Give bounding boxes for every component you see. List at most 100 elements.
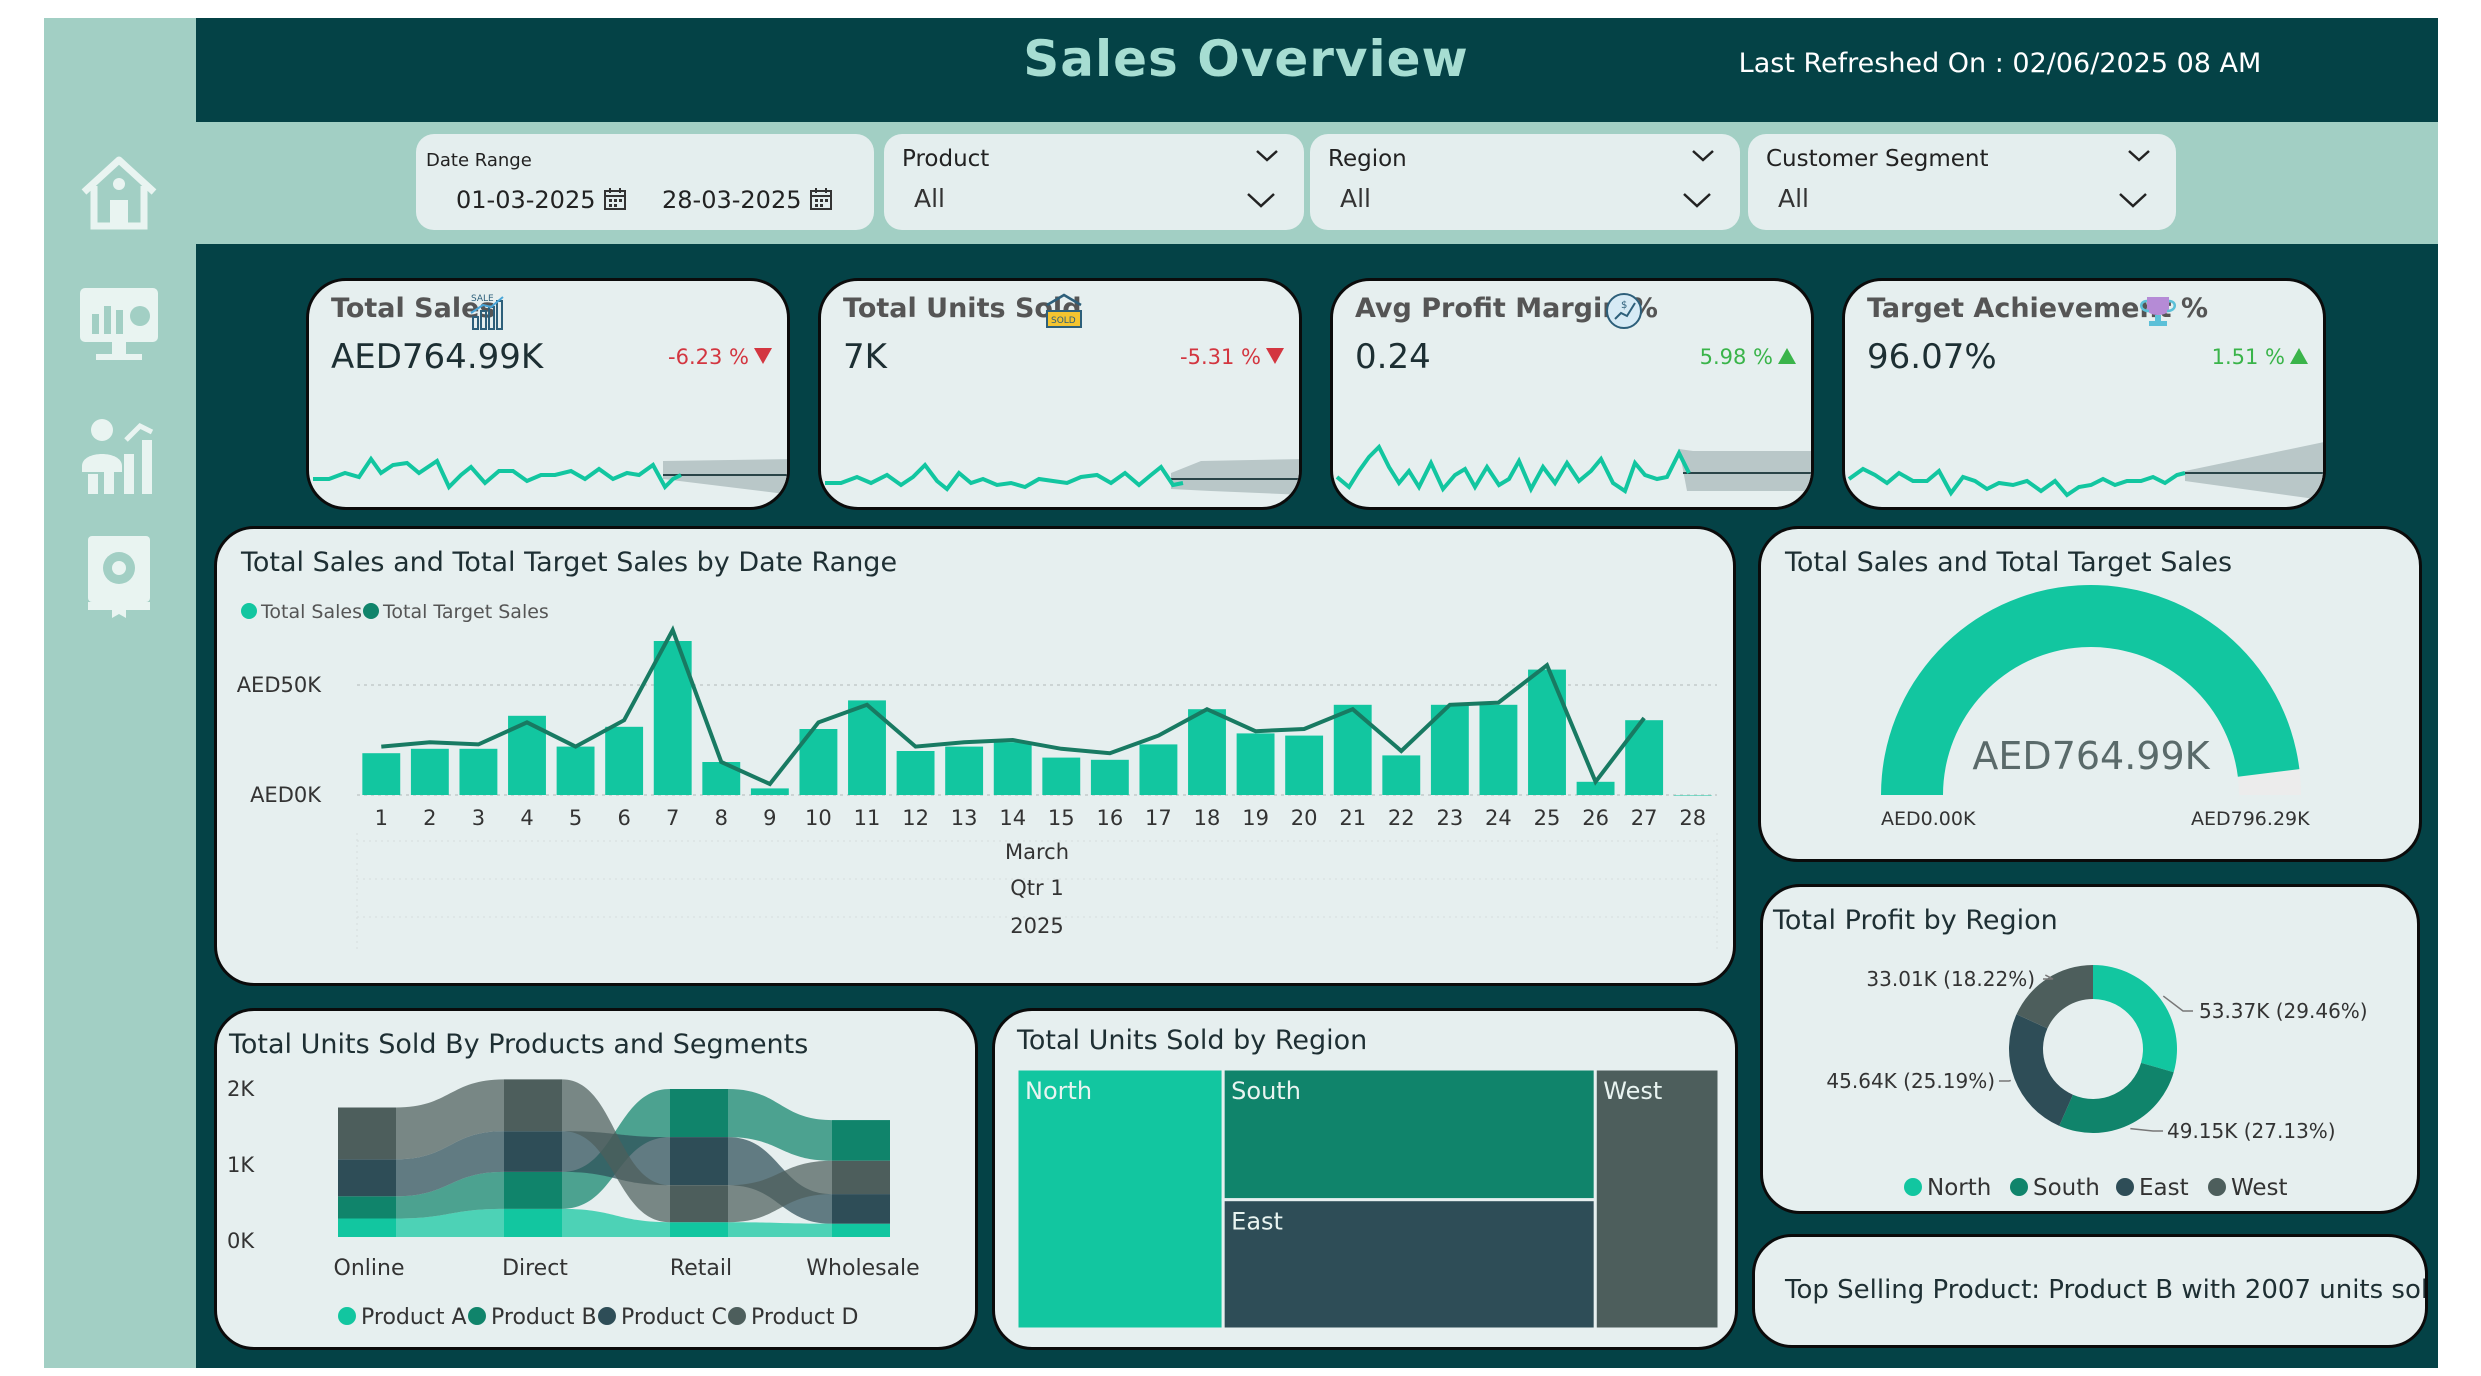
y-tick-label: 2K [227, 1077, 255, 1101]
data-label: 53.37K (29.46%) [2199, 999, 2368, 1023]
ribbon-segment[interactable] [504, 1131, 562, 1172]
sales-by-date-chart[interactable]: Total Sales Total Target Sales AED50K AED0… [217, 529, 1736, 986]
x-axis-level-label: 2025 [1010, 914, 1063, 938]
svg-text:SOLD: SOLD [1051, 316, 1076, 326]
units-ribbon-chart[interactable]: 2K 1K 0K Online Direct Retail Wholesale Product… [217, 1011, 978, 1350]
ribbon-segment[interactable] [670, 1222, 728, 1237]
start-date-input[interactable]: 01-03-2025 [456, 186, 595, 214]
product-label: Product [902, 146, 990, 172]
last-refreshed-text: Last Refreshed On : 02/06/2025 08 AM [1738, 48, 2262, 79]
ribbon-segment[interactable] [670, 1185, 728, 1223]
top-product-card: Top Selling Product: Product B with 2007… [1752, 1234, 2428, 1348]
calendar-icon[interactable] [604, 188, 626, 210]
home-icon[interactable] [74, 148, 164, 238]
ribbon-segment[interactable] [338, 1196, 396, 1219]
x-tick-label: Retail [670, 1256, 732, 1281]
sales-by-date-card[interactable]: Total Sales and Total Target Sales by Da… [214, 526, 1736, 986]
dashboard-icon[interactable] [74, 280, 164, 370]
units-treemap-chart[interactable]: North South East West [995, 1011, 1738, 1350]
ribbon-segment[interactable] [338, 1159, 396, 1197]
sales-bar[interactable] [993, 742, 1032, 795]
donut-slice[interactable] [2093, 965, 2177, 1073]
sales-bar[interactable] [605, 726, 644, 795]
sales-bar[interactable] [1042, 757, 1081, 795]
chevron-down-icon[interactable] [1680, 186, 1714, 212]
date-range-slicer[interactable]: Date Range 01-03-2025 28-03-2025 [416, 134, 874, 230]
ribbon-segment[interactable] [832, 1194, 890, 1224]
sales-bar[interactable] [362, 753, 401, 795]
ribbon-segment[interactable] [832, 1120, 890, 1161]
sales-bar[interactable] [1236, 733, 1275, 795]
ribbon-segment[interactable] [504, 1079, 562, 1132]
sales-bar[interactable] [1382, 755, 1421, 795]
region-value[interactable]: All [1340, 184, 1371, 213]
date-range-label: Date Range [426, 150, 532, 171]
treemap-label: North [1025, 1077, 1092, 1105]
chevron-down-icon[interactable] [1254, 144, 1280, 166]
sales-bar[interactable] [556, 746, 595, 795]
sales-bar[interactable] [1090, 759, 1129, 795]
kpi-card-avg-profit-margin[interactable]: Avg Profit Margin % $ 0.24 5.98 % [1330, 278, 1814, 510]
kpi-card-total-sales[interactable]: Total Sales SALE AED764.99K -6.23 % [306, 278, 790, 510]
leader-line [2162, 995, 2193, 1012]
donut-slice[interactable] [2059, 1062, 2174, 1133]
x-tick-label: 11 [854, 806, 881, 830]
sales-vs-target-card[interactable]: Total Sales and Total Target Sales AED76… [1758, 526, 2422, 862]
units-by-region-card[interactable]: Total Units Sold by Region North South Eas… [992, 1008, 1738, 1350]
data-label: 45.64K (25.19%) [1826, 1069, 1995, 1093]
ribbon-segment[interactable] [670, 1137, 728, 1186]
calendar-icon[interactable] [810, 188, 832, 210]
chevron-down-icon[interactable] [1244, 186, 1278, 212]
sales-bar[interactable] [1673, 795, 1712, 796]
treemap-tile[interactable] [1015, 1067, 1225, 1331]
customer-segment-value[interactable]: All [1778, 184, 1809, 213]
ribbon-segment[interactable] [832, 1223, 890, 1237]
gauge-min-label: AED0.00K [1881, 808, 1976, 830]
sales-bar[interactable] [750, 788, 789, 795]
customer-segment-slicer[interactable]: Customer Segment All [1748, 134, 2176, 230]
sales-bar[interactable] [459, 748, 498, 795]
units-by-products-segments-card[interactable]: Total Units Sold By Products and Segment… [214, 1008, 978, 1350]
sales-bar[interactable] [1188, 709, 1226, 795]
customer-segment-label: Customer Segment [1766, 146, 1989, 172]
kpi-card-target-achievement[interactable]: Target Achievement % 96.07% 1.51 % [1842, 278, 2326, 510]
sales-bar[interactable] [1285, 735, 1324, 795]
chevron-down-icon[interactable] [2116, 186, 2150, 212]
leader-line [2130, 1127, 2163, 1132]
y-tick-label: 0K [227, 1229, 255, 1253]
legend-label: Product B [491, 1305, 597, 1330]
product-slicer[interactable]: Product All [884, 134, 1304, 230]
sales-bar[interactable] [410, 748, 449, 795]
ribbon-segment[interactable] [832, 1160, 890, 1195]
product-value[interactable]: All [914, 184, 945, 213]
x-tick-label: 23 [1436, 806, 1463, 830]
x-tick-label: 28 [1679, 806, 1706, 830]
treemap-tile[interactable] [1593, 1067, 1721, 1331]
region-slicer[interactable]: Region All [1310, 134, 1740, 230]
chevron-down-icon[interactable] [1690, 144, 1716, 166]
ribbon-segment[interactable] [504, 1171, 562, 1209]
ribbon-segment[interactable] [338, 1218, 396, 1238]
sales-bar[interactable] [1139, 744, 1178, 795]
profit-donut-chart[interactable]: 53.37K (29.46%) 49.15K (27.13%) 45.64K (25… [1763, 887, 2420, 1214]
sales-bar[interactable] [1479, 704, 1518, 795]
chevron-down-icon[interactable] [2126, 144, 2152, 166]
sales-gauge-chart[interactable]: AED764.99K AED0.00K AED796.29K [1761, 529, 2422, 862]
profit-by-region-card[interactable]: Total Profit by Region 53.37K (29.46%) 49… [1760, 884, 2420, 1214]
x-tick-label: 9 [763, 806, 776, 830]
ribbon-segment[interactable] [670, 1089, 728, 1138]
donut-slice[interactable] [2009, 1014, 2073, 1126]
legend-marker [2116, 1178, 2134, 1196]
settings-book-icon[interactable] [74, 530, 164, 620]
x-tick-label: 21 [1339, 806, 1366, 830]
sales-bar[interactable] [896, 751, 935, 795]
analytics-icon[interactable] [74, 410, 164, 500]
sales-bar[interactable] [945, 746, 984, 795]
kpi-card-total-units-sold[interactable]: Total Units Sold SOLD 7K -5.31 % [818, 278, 1302, 510]
ribbon-band[interactable] [728, 1222, 832, 1237]
sales-bar[interactable] [1625, 720, 1664, 795]
end-date-input[interactable]: 28-03-2025 [662, 186, 801, 214]
sales-bar[interactable] [1528, 669, 1566, 795]
ribbon-segment[interactable] [504, 1208, 562, 1237]
ribbon-segment[interactable] [338, 1107, 396, 1160]
